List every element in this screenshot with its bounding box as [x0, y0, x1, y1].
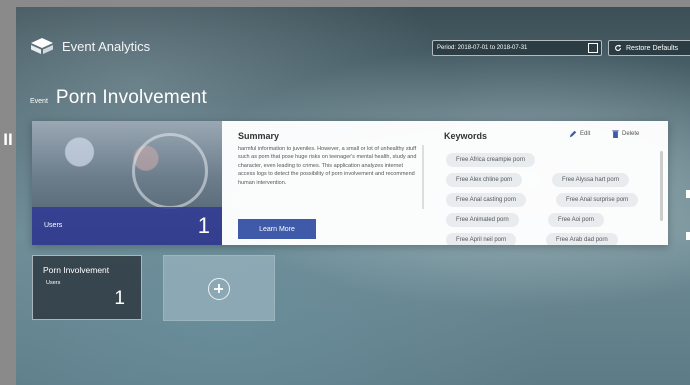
cube-logo-icon — [31, 38, 53, 54]
keyword-chip[interactable]: Free Africa creampie porn — [446, 153, 536, 167]
event-tag: Event — [30, 98, 48, 105]
summary-text: harmful information to juveniles. Howeve… — [238, 146, 417, 186]
users-count: 1 — [197, 213, 210, 238]
edit-button[interactable]: Edit — [569, 130, 590, 138]
edge-marker — [686, 232, 690, 240]
delete-label: Delete — [622, 131, 640, 137]
keyword-list: Free Africa creampie porn Free Alex chli… — [442, 151, 650, 245]
tile-title: Porn Involvement — [43, 265, 110, 275]
app-window: Event Analytics Period: 2018-07-01 to 20… — [16, 7, 690, 385]
keywords-title: Keywords — [444, 131, 488, 141]
restore-defaults-label: Restore Defaults — [626, 44, 679, 52]
period-text: Period: 2018-07-01 to 2018-07-31 — [437, 45, 528, 51]
summary-panel: Summary harmful information to juveniles… — [222, 121, 668, 245]
event-heading: Event Porn Involvement — [30, 87, 207, 109]
calendar-icon[interactable] — [588, 43, 598, 53]
users-bar: Users 1 — [32, 207, 222, 245]
plus-circle-icon — [208, 278, 230, 300]
trash-icon — [612, 130, 619, 138]
event-tile[interactable]: Porn Involvement Users 1 — [32, 255, 142, 320]
app-title: Event Analytics — [62, 38, 151, 54]
delete-button[interactable]: Delete — [612, 130, 639, 138]
edit-label: Edit — [580, 131, 591, 137]
keyword-chip[interactable]: Free Anal casting porn — [446, 193, 527, 207]
keyword-chip[interactable]: Free Alyssa hart porn — [552, 173, 630, 187]
restore-defaults-button[interactable]: Restore Defaults — [608, 40, 690, 56]
refresh-icon — [615, 44, 622, 51]
keyword-chip[interactable]: Free Arab dad porn — [546, 233, 618, 245]
users-label: Users — [44, 222, 63, 229]
keyword-chip[interactable]: Free Anal surprise porn — [556, 193, 639, 207]
summary-scrollbar[interactable] — [422, 145, 424, 209]
learn-more-button[interactable]: Learn More — [238, 219, 316, 239]
period-picker[interactable]: Period: 2018-07-01 to 2018-07-31 — [432, 40, 602, 56]
summary-title: Summary — [238, 131, 280, 141]
pencil-icon — [569, 130, 577, 138]
keywords-scrollbar[interactable] — [660, 151, 663, 221]
add-event-tile[interactable] — [163, 255, 275, 321]
brand: Event Analytics — [30, 37, 150, 55]
event-image: Users 1 — [32, 121, 222, 245]
keyword-chip[interactable]: Free April neil porn — [446, 233, 517, 245]
keyword-chip[interactable]: Free Aoi porn — [548, 213, 605, 227]
tile-count: 1 — [114, 288, 125, 309]
keyword-chip[interactable]: Free Animated porn — [446, 213, 519, 227]
keyword-chip[interactable]: Free Alex chline porn — [446, 173, 523, 187]
edge-marker — [686, 190, 690, 198]
event-card: Users 1 Summary harmful information to j… — [32, 121, 668, 245]
side-pause-glyph: II — [3, 130, 13, 149]
tile-users-label: Users — [46, 280, 61, 286]
bicycle-wheel-image — [132, 133, 208, 209]
event-name: Porn Involvement — [55, 87, 207, 108]
